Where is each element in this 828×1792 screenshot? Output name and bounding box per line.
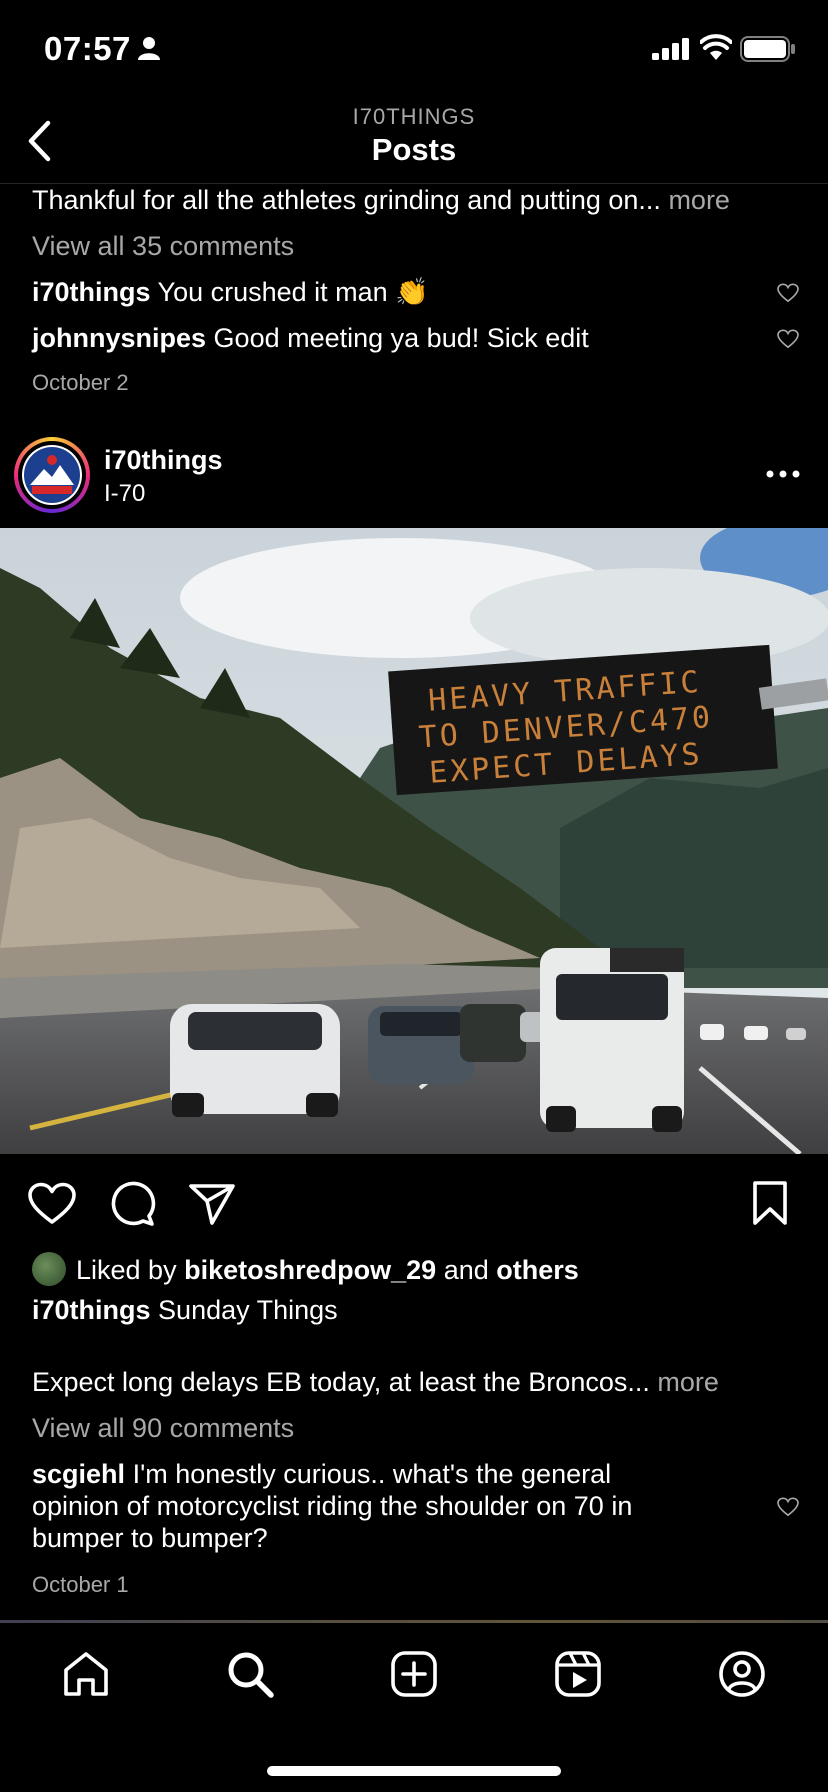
caption-continued[interactable]: Expect long delays EB today, at least th… [32,1366,719,1398]
comment-like-icon[interactable] [777,283,799,303]
liked-by[interactable]: Liked by biketoshredpow_29 and others [76,1254,579,1286]
view-comments-link[interactable]: View all 35 comments [32,230,294,262]
create-icon[interactable] [390,1650,438,1698]
post-date: October 2 [32,370,129,395]
comment-like-icon[interactable] [777,329,799,349]
post-location[interactable]: I-70 [104,480,145,508]
more-link[interactable]: more [668,185,730,215]
comment-text: You crushed it man 👏 [157,277,429,307]
more-options-icon[interactable] [766,470,800,478]
post-caption: i70things Sunday Things [32,1294,338,1326]
reels-icon[interactable] [554,1650,602,1698]
comment-text-line: opinion of motorcyclist riding the shoul… [32,1491,633,1521]
post-date: October 1 [32,1572,129,1597]
home-icon[interactable] [62,1650,110,1698]
share-icon[interactable] [188,1182,236,1226]
prev-post-caption[interactable]: Thankful for all the athletes grinding a… [32,184,730,216]
view-comments-link[interactable]: View all 90 comments [32,1412,294,1444]
bookmark-icon[interactable] [752,1180,788,1226]
comment-icon[interactable] [108,1180,156,1228]
wifi-icon [700,34,732,60]
comment-username[interactable]: johnnysnipes [32,323,206,353]
person-icon [138,37,160,60]
comment-username[interactable]: scgiehl [32,1459,125,1489]
post-image[interactable]: HEAVY TRAFFIC TO DENVER/C470 EXPECT DELA… [0,528,828,1154]
comment-text: I'm honestly curious.. what's the genera… [132,1459,612,1489]
comment-text-line: bumper to bumper? [32,1523,268,1553]
caption-username[interactable]: i70things [32,1295,151,1325]
heart-icon[interactable] [28,1182,76,1226]
signal-icon [652,38,689,60]
highway-photo: HEAVY TRAFFIC TO DENVER/C470 EXPECT DELA… [0,528,828,1154]
liker-avatar[interactable] [32,1252,66,1286]
comment-row: johnnysnipes Good meeting ya bud! Sick e… [32,322,589,354]
header-username: I70THINGS [352,104,476,129]
caption-line: Expect long delays EB today, at least th… [32,1367,650,1397]
caption-text: Thankful for all the athletes grinding a… [32,185,661,215]
post-username[interactable]: i70things [104,444,223,476]
search-icon[interactable] [226,1650,274,1698]
liked-and: and [443,1255,489,1285]
more-link[interactable]: more [657,1367,719,1397]
comment-row: i70things You crushed it man 👏 [32,276,429,308]
comment-like-icon[interactable] [777,1497,799,1517]
caption-text: Sunday Things [158,1295,338,1325]
avatar[interactable] [22,445,82,505]
page-title: Posts [371,132,457,167]
liked-others[interactable]: others [496,1255,579,1285]
profile-icon[interactable] [718,1650,766,1698]
comment-text: Good meeting ya bud! Sick edit [213,323,589,353]
i70things-logo [24,447,80,503]
home-indicator[interactable] [267,1766,561,1776]
comment-username[interactable]: i70things [32,277,151,307]
liked-by-prefix: Liked by [76,1255,177,1285]
comment-row: scgiehl I'm honestly curious.. what's th… [32,1458,611,1490]
status-time: 07:57 [44,30,131,67]
liked-by-user[interactable]: biketoshredpow_29 [184,1255,436,1285]
battery-icon [740,36,795,62]
tab-bar-divider [0,1620,828,1623]
